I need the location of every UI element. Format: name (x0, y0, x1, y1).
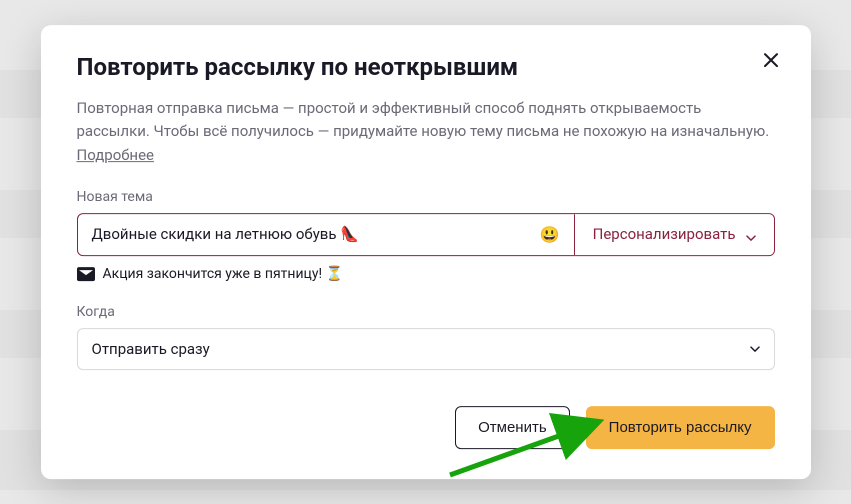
mail-icon (77, 267, 95, 281)
resend-modal: Повторить рассылку по неоткрывшим Повтор… (41, 25, 811, 479)
subject-input[interactable]: Двойные скидки на летнюю обувь 👠 😃 (78, 214, 574, 255)
submit-button[interactable]: Повторить рассылку (586, 406, 775, 449)
when-field: Когда Отправить сразу (77, 304, 775, 370)
subject-input-group: Двойные скидки на летнюю обувь 👠 😃 Персо… (77, 213, 775, 256)
more-link[interactable]: Подробнее (77, 146, 155, 164)
chevron-down-icon (746, 229, 756, 239)
modal-description-text: Повторная отправка письма — простой и эф… (77, 99, 770, 140)
modal-title: Повторить рассылку по неоткрывшим (77, 53, 775, 81)
personalize-label: Персонализировать (593, 225, 736, 243)
cancel-button[interactable]: Отменить (455, 406, 570, 449)
close-icon (764, 50, 778, 73)
modal-actions: Отменить Повторить рассылку (77, 406, 775, 449)
personalize-dropdown[interactable]: Персонализировать (574, 214, 774, 255)
subject-helper: Акция закончится уже в пятницу! ⏳ (77, 266, 775, 282)
chevron-down-icon (750, 340, 760, 358)
close-button[interactable] (757, 47, 785, 75)
emoji-icon[interactable]: 😃 (540, 225, 560, 244)
subject-value: Двойные скидки на летнюю обувь 👠 (92, 225, 359, 243)
subject-label: Новая тема (77, 189, 775, 205)
subject-helper-text: Акция закончится уже в пятницу! ⏳ (103, 266, 343, 282)
when-select[interactable]: Отправить сразу (77, 328, 775, 370)
subject-field: Новая тема Двойные скидки на летнюю обув… (77, 189, 775, 282)
when-label: Когда (77, 304, 775, 320)
modal-description: Повторная отправка письма — простой и эф… (77, 97, 775, 167)
when-value: Отправить сразу (92, 340, 210, 358)
